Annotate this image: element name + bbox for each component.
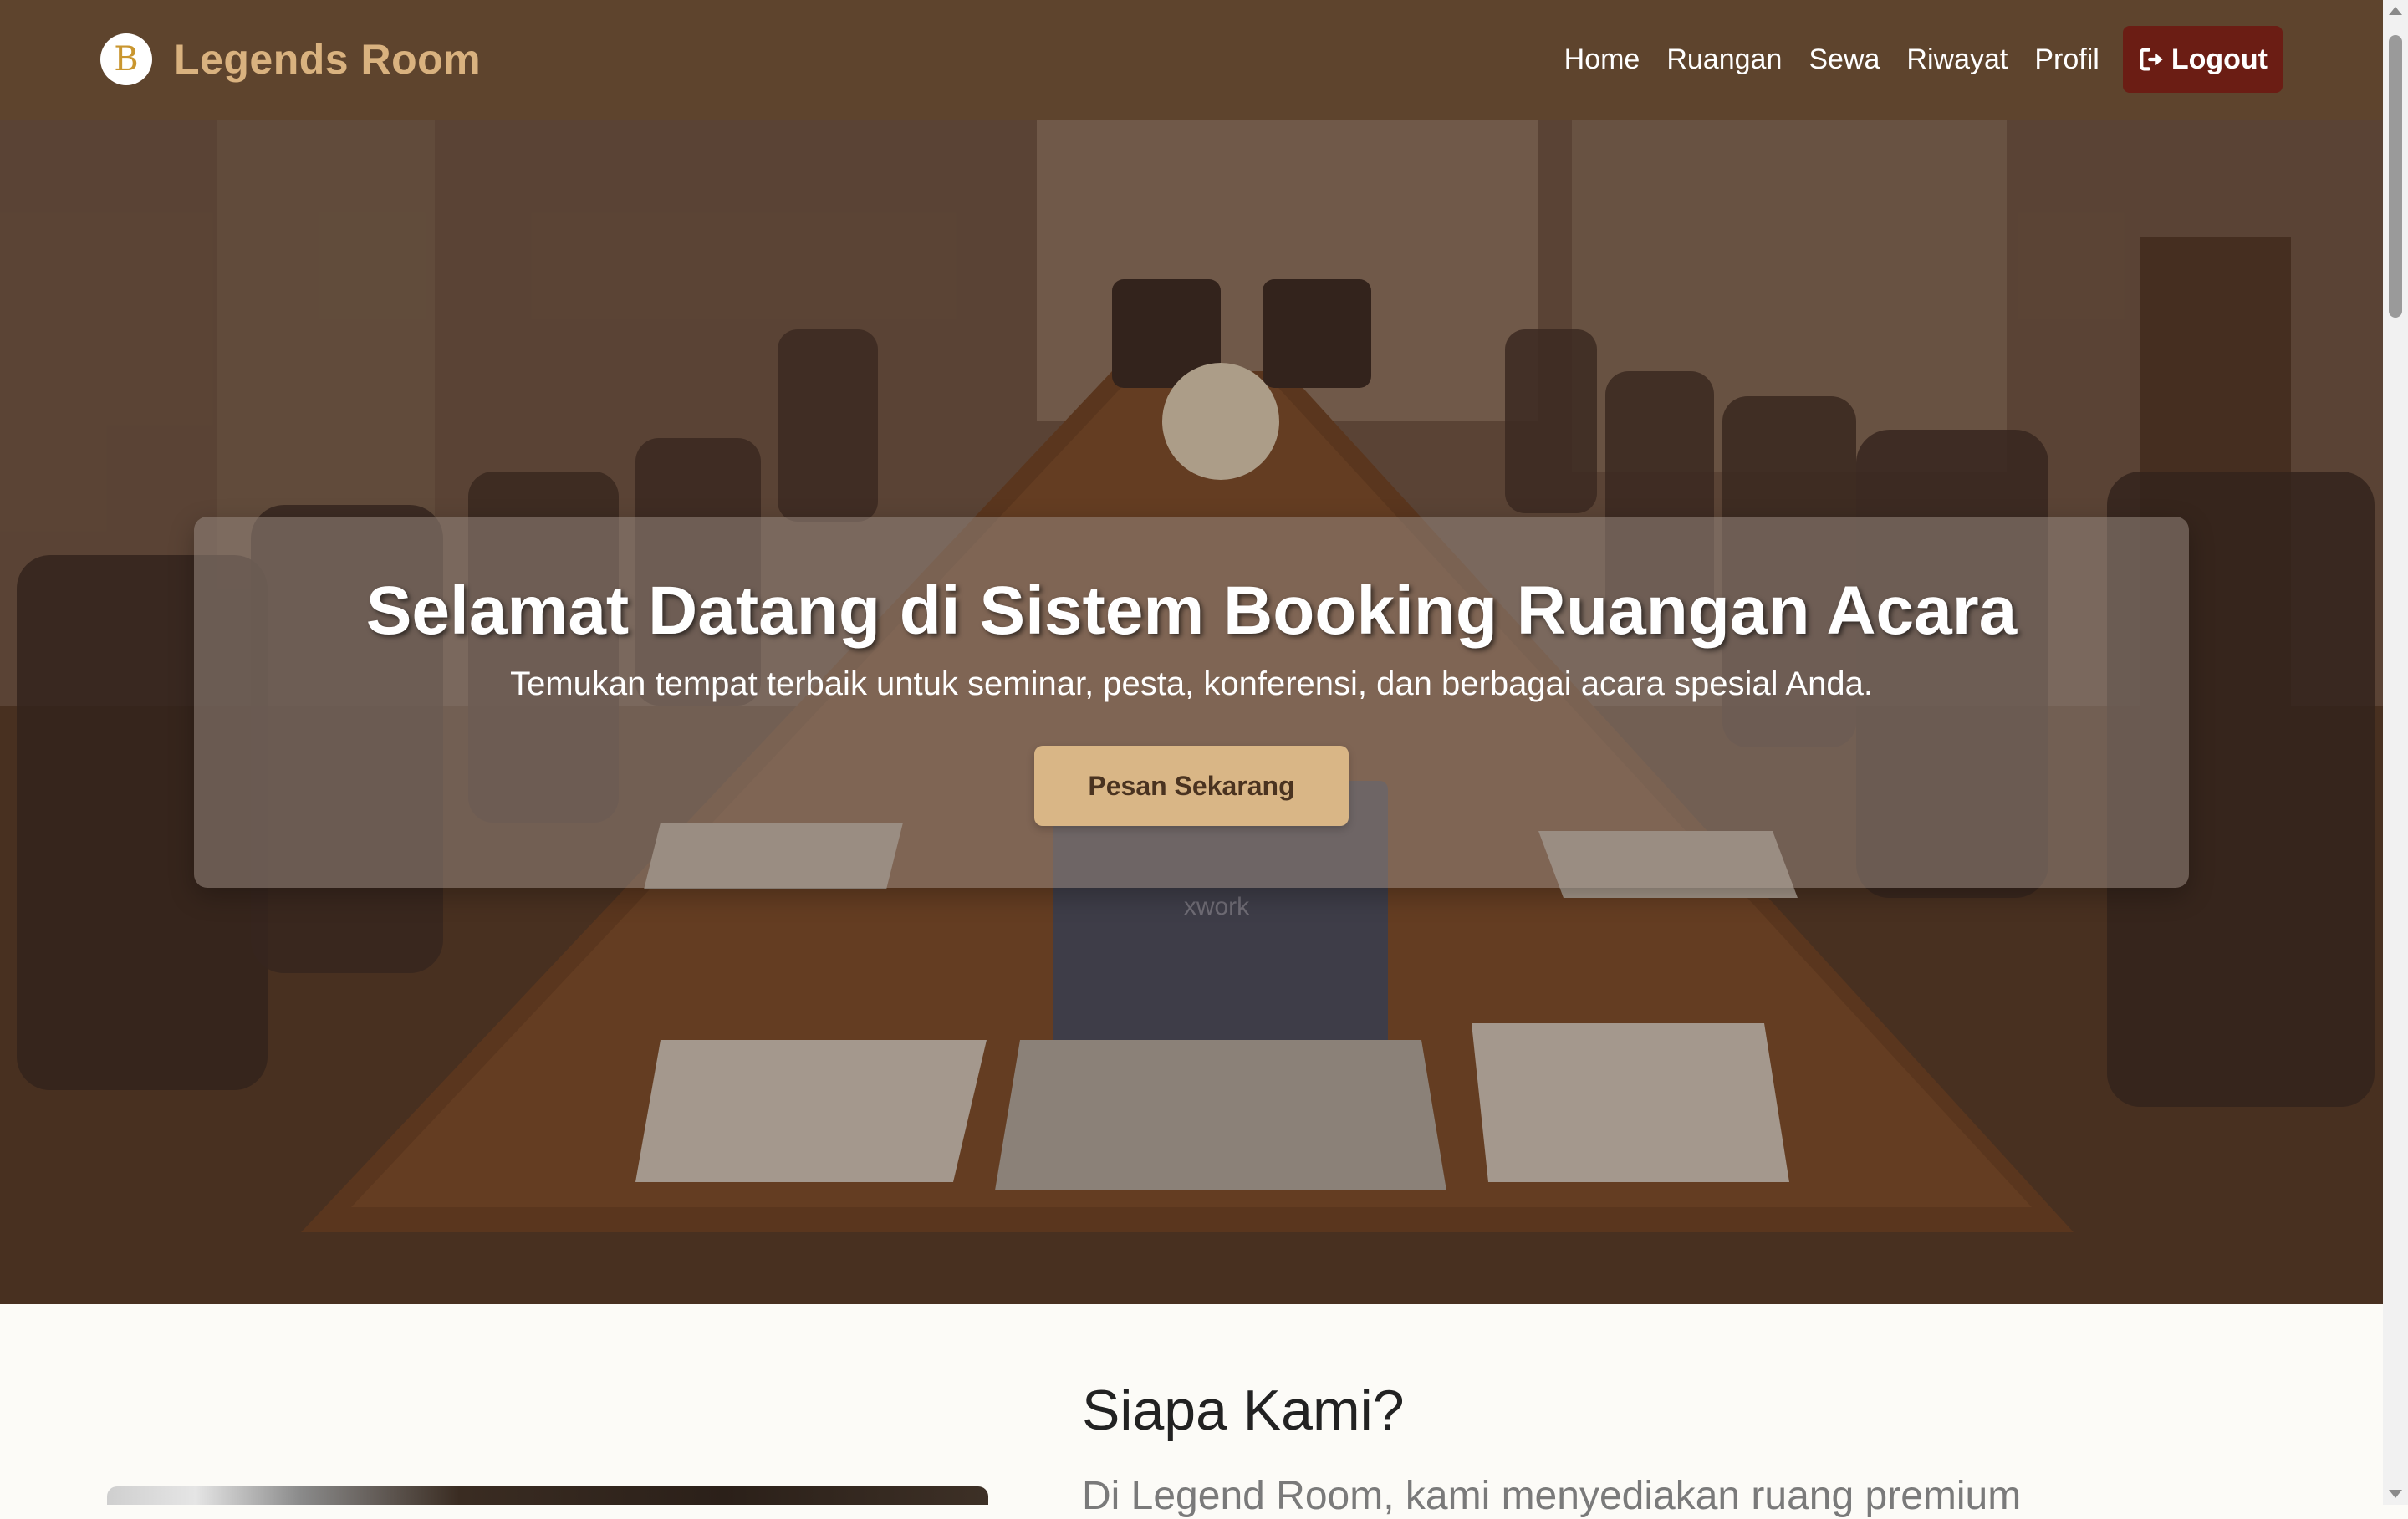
hero-subtitle: Temukan tempat terbaik untuk seminar, pe… xyxy=(510,665,1873,702)
scroll-thumb[interactable] xyxy=(2389,35,2402,318)
hero-card: Selamat Datang di Sistem Booking Ruangan… xyxy=(194,517,2189,888)
nav-link-profil[interactable]: Profil xyxy=(2034,43,2099,76)
about-image xyxy=(107,1486,988,1505)
nav-link-ruangan[interactable]: Ruangan xyxy=(1666,43,1782,76)
nav-link-sewa[interactable]: Sewa xyxy=(1809,43,1880,76)
page-scrollbar[interactable] xyxy=(2383,0,2408,1505)
hero-title: Selamat Datang di Sistem Booking Ruangan… xyxy=(365,573,2018,649)
navbar: B Legends Room Home Ruangan Sewa Riwayat… xyxy=(0,0,2383,120)
nav-links: Home Ruangan Sewa Riwayat Profil Logout xyxy=(1538,26,2283,93)
scroll-down-icon[interactable] xyxy=(2389,1490,2402,1498)
sign-out-icon xyxy=(2139,48,2163,71)
book-now-button[interactable]: Pesan Sekarang xyxy=(1034,746,1349,826)
brand[interactable]: B Legends Room xyxy=(100,33,481,85)
nav-link-home[interactable]: Home xyxy=(1564,43,1640,76)
logout-label: Logout xyxy=(2171,43,2268,75)
brand-logo-icon: B xyxy=(100,33,152,85)
about-text: Di Legend Room, kami menyediakan ruang p… xyxy=(1082,1474,2022,1518)
brand-name: Legends Room xyxy=(174,36,482,83)
hero-section: xwork Selamat Datang di Sistem Booking R… xyxy=(0,120,2383,1304)
logout-button[interactable]: Logout xyxy=(2122,26,2283,93)
nav-link-riwayat[interactable]: Riwayat xyxy=(1906,43,2008,76)
scroll-up-icon[interactable] xyxy=(2389,7,2402,15)
about-title: Siapa Kami? xyxy=(1082,1379,1405,1442)
